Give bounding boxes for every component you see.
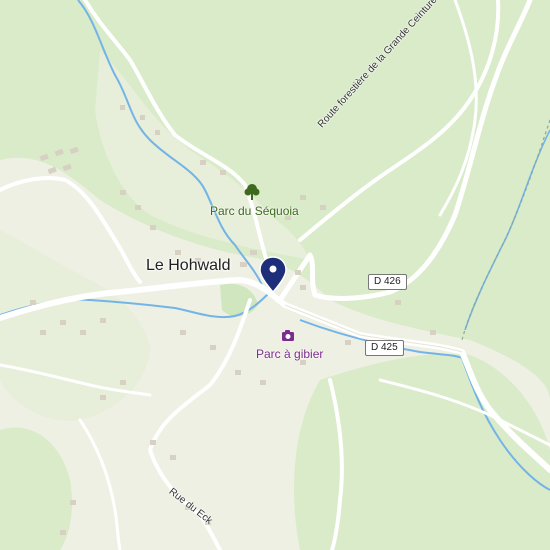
park-label[interactable]: Parc du Séquoia xyxy=(210,204,299,218)
place-label: Le Hohwald xyxy=(146,257,231,274)
d425-shield: D 425 xyxy=(365,340,404,356)
d426-shield: D 426 xyxy=(368,274,407,290)
game-park-label[interactable]: Parc à gibier xyxy=(256,347,323,361)
map-layer xyxy=(0,0,550,550)
map-canvas[interactable]: Le Hohwald Parc du Séquoia Parc à gibier… xyxy=(0,0,550,550)
